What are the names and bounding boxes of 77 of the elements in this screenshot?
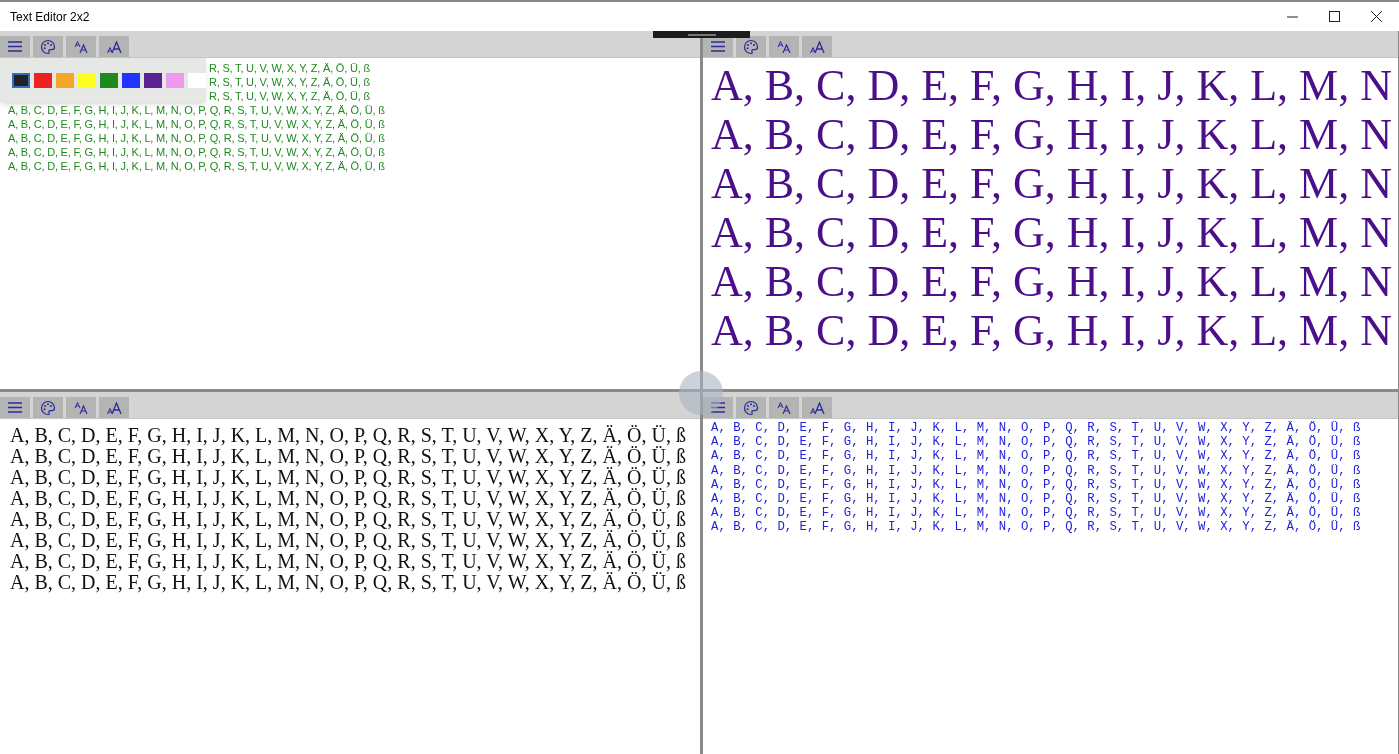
text-line: A, B, C, D, E, F, G, H, I, J, K, L, M, N — [711, 110, 1392, 159]
text-line: A, B, C, D, E, F, G, H, I, J, K, L, M, N — [711, 159, 1392, 208]
window-title: Text Editor 2x2 — [9, 8, 91, 26]
font-size-decrease-icon — [776, 40, 792, 53]
text-line: R, S, T, U, V, W, X, Y, Z, Ä, Ö, Ü, ß — [209, 89, 370, 103]
toolbar-button[interactable] — [736, 36, 766, 57]
text-line: A, B, C, D, E, F, G, H, I, J, K, L, M, N — [711, 257, 1392, 306]
toolbar-button[interactable] — [66, 36, 96, 57]
text-line: A, B, C, D, E, F, G, H, I, J, K, L, M, N, O, P, Q, R, S, T, U, V, W, X, Y, Z, Ä, Ö, Ü, ß — [711, 421, 1361, 435]
minimize-icon — [1286, 15, 1298, 18]
font-size-increase-icon — [106, 40, 122, 53]
font-size-increase-icon — [809, 40, 825, 53]
font-size-increase-icon — [106, 401, 122, 414]
toolbar-button[interactable] — [99, 397, 129, 418]
text-line: A, B, C, D, E, F, G, H, I, J, K, L, M, N — [711, 306, 1392, 355]
close-icon — [1370, 11, 1382, 22]
text-line: A, B, C, D, E, F, G, H, I, J, K, L, M, N — [711, 61, 1392, 110]
toolbar-button[interactable] — [66, 397, 96, 418]
menu-icon — [8, 402, 22, 413]
font-size-decrease-icon — [73, 40, 89, 53]
toolbar-button[interactable] — [769, 397, 799, 418]
text-line: A, B, C, D, E, F, G, H, I, J, K, L, M, N, O, P, Q, R, S, T, U, V, W, X, Y, Z, Ä, Ö, Ü, ß — [10, 509, 686, 530]
toolbar-button[interactable] — [802, 397, 832, 418]
text-line: A, B, C, D, E, F, G, H, I, J, K, L, M, N, O, P, Q, R, S, T, U, V, W, X, Y, Z, Ä, Ö, Ü, ß — [8, 117, 385, 131]
toolbar-button[interactable] — [0, 397, 30, 418]
toolbar-button[interactable] — [33, 397, 63, 418]
palette-icon — [743, 38, 759, 55]
text-line: R, S, T, U, V, W, X, Y, Z, Ä, Ö, Ü, ß — [209, 75, 370, 89]
menu-icon — [8, 41, 22, 52]
color-swatch[interactable] — [122, 72, 140, 88]
font-size-decrease-icon — [776, 401, 792, 414]
text-line: A, B, C, D, E, F, G, H, I, J, K, L, M, N, O, P, Q, R, S, T, U, V, W, X, Y, Z, Ä, Ö, Ü, ß — [711, 520, 1361, 535]
text-line: A, B, C, D, E, F, G, H, I, J, K, L, M, N, O, P, Q, R, S, T, U, V, W, X, Y, Z, Ä, Ö, Ü, ß — [10, 572, 686, 593]
color-swatch[interactable] — [56, 72, 74, 88]
font-size-decrease-icon — [73, 401, 89, 414]
text-line: A, B, C, D, E, F, G, H, I, J, K, L, M, N, O, P, Q, R, S, T, U, V, W, X, Y, Z, Ä, Ö, Ü, ß — [10, 425, 686, 446]
color-swatch[interactable] — [166, 72, 184, 88]
toolbar-button[interactable] — [703, 397, 733, 418]
menu-icon — [711, 41, 725, 52]
color-swatch[interactable] — [100, 72, 118, 88]
text-line: A, B, C, D, E, F, G, H, I, J, K, L, M, N, O, P, Q, R, S, T, U, V, W, X, Y, Z, Ä, Ö, Ü, ß — [10, 446, 686, 467]
color-swatch[interactable] — [12, 72, 30, 88]
menu-icon — [711, 402, 725, 413]
text-line: A, B, C, D, E, F, G, H, I, J, K, L, M, N, O, P, Q, R, S, T, U, V, W, X, Y, Z, Ä, Ö, Ü, ß — [711, 449, 1361, 464]
color-swatch[interactable] — [188, 72, 206, 88]
text-line: A, B, C, D, E, F, G, H, I, J, K, L, M, N, O, P, Q, R, S, T, U, V, W, X, Y, Z, Ä, Ö, Ü, ß — [8, 131, 385, 145]
font-size-increase-icon — [809, 401, 825, 414]
text-line: A, B, C, D, E, F, G, H, I, J, K, L, M, N, O, P, Q, R, S, T, U, V, W, X, Y, Z, Ä, Ö, Ü, ß — [8, 103, 385, 117]
color-swatch[interactable] — [34, 72, 52, 88]
text-line: A, B, C, D, E, F, G, H, I, J, K, L, M, N, O, P, Q, R, S, T, U, V, W, X, Y, Z, Ä, Ö, Ü, ß — [711, 492, 1361, 506]
toolbar-button[interactable] — [0, 36, 30, 57]
color-swatch[interactable] — [78, 72, 96, 88]
text-line: A, B, C, D, E, F, G, H, I, J, K, L, M, N — [711, 208, 1392, 257]
toolbar-button[interactable] — [736, 397, 766, 418]
toolbar-button[interactable] — [769, 36, 799, 57]
toolbar-button[interactable] — [802, 36, 832, 57]
palette-icon — [743, 399, 759, 416]
text-line: R, S, T, U, V, W, X, Y, Z, Ä, Ö, Ü, ß — [209, 61, 370, 75]
text-line: A, B, C, D, E, F, G, H, I, J, K, L, M, N, O, P, Q, R, S, T, U, V, W, X, Y, Z, Ä, Ö, Ü, ß — [10, 467, 686, 488]
toolbar-button[interactable] — [703, 36, 733, 57]
drag-handle[interactable] — [653, 31, 750, 38]
text-line: A, B, C, D, E, F, G, H, I, J, K, L, M, N, O, P, Q, R, S, T, U, V, W, X, Y, Z, Ä, Ö, Ü, ß — [8, 159, 385, 173]
text-line: A, B, C, D, E, F, G, H, I, J, K, L, M, N, O, P, Q, R, S, T, U, V, W, X, Y, Z, Ä, Ö, Ü, ß — [711, 463, 1361, 478]
palette-icon — [40, 38, 56, 55]
text-line: A, B, C, D, E, F, G, H, I, J, K, L, M, N, O, P, Q, R, S, T, U, V, W, X, Y, Z, Ä, Ö, Ü, ß — [711, 435, 1361, 450]
toolbar-button[interactable] — [33, 36, 63, 57]
text-line: A, B, C, D, E, F, G, H, I, J, K, L, M, N, O, P, Q, R, S, T, U, V, W, X, Y, Z, Ä, Ö, Ü, ß — [10, 551, 686, 572]
palette-icon — [40, 399, 56, 416]
text-line: A, B, C, D, E, F, G, H, I, J, K, L, M, N, O, P, Q, R, S, T, U, V, W, X, Y, Z, Ä, Ö, Ü, ß — [10, 530, 686, 551]
color-swatch[interactable] — [144, 72, 162, 88]
maximize-icon — [1328, 11, 1340, 22]
splitter-handle[interactable] — [679, 371, 723, 415]
text-line: A, B, C, D, E, F, G, H, I, J, K, L, M, N, O, P, Q, R, S, T, U, V, W, X, Y, Z, Ä, Ö, Ü, ß — [8, 145, 385, 159]
text-line: A, B, C, D, E, F, G, H, I, J, K, L, M, N, O, P, Q, R, S, T, U, V, W, X, Y, Z, Ä, Ö, Ü, ß — [10, 488, 686, 509]
text-line: A, B, C, D, E, F, G, H, I, J, K, L, M, N, O, P, Q, R, S, T, U, V, W, X, Y, Z, Ä, Ö, Ü, ß — [711, 506, 1361, 521]
toolbar-button[interactable] — [99, 36, 129, 57]
text-line: A, B, C, D, E, F, G, H, I, J, K, L, M, N, O, P, Q, R, S, T, U, V, W, X, Y, Z, Ä, Ö, Ü, ß — [711, 477, 1361, 492]
